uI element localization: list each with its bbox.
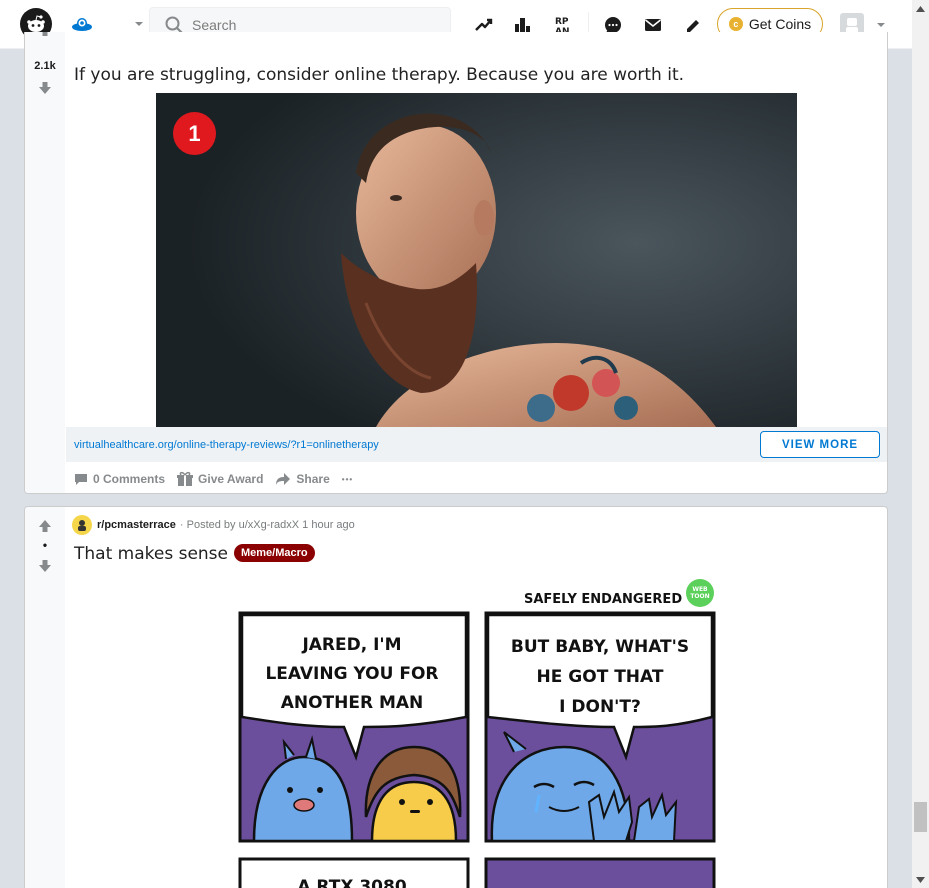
upvote-arrow-icon[interactable] — [37, 32, 53, 38]
coin-icon: c — [728, 17, 743, 31]
share-arrow-icon — [276, 473, 291, 485]
svg-text:BUT BABY, WHAT'S: BUT BABY, WHAT'S — [511, 637, 689, 657]
svg-text:HE GOT THAT: HE GOT THAT — [537, 667, 664, 687]
comic-panel-3: A RTX 3080 — [238, 857, 470, 888]
downvote-arrow-icon[interactable] — [37, 558, 53, 574]
feed-dropdown-chevron-down-icon[interactable] — [132, 16, 146, 30]
svg-text:A RTX 3080: A RTX 3080 — [297, 877, 407, 888]
user-menu-chevron-down-icon[interactable] — [874, 17, 888, 31]
svg-text:RP: RP — [555, 17, 569, 27]
svg-text:TOON: TOON — [690, 593, 709, 600]
post-media-comic[interactable]: SAFELY ENDANGERED WEB TOON JARED, I'M LE… — [234, 577, 720, 888]
post-title[interactable]: If you are struggling, consider online t… — [74, 65, 684, 85]
svg-text:I DON'T?: I DON'T? — [559, 697, 641, 717]
vote-score: 2.1k — [34, 60, 56, 72]
more-options-button[interactable]: ••• — [342, 475, 353, 484]
upvote-arrow-icon[interactable] — [37, 518, 53, 534]
posted-by-text[interactable]: · Posted by u/xXg-radxX 1 hour ago — [180, 519, 355, 531]
comic-panel-2: BUT BABY, WHAT'S HE GOT THAT I DON'T? — [484, 611, 716, 843]
post-title-row[interactable]: That makes sense Meme/Macro — [74, 544, 315, 564]
comic-panel-1: JARED, I'M LEAVING YOU FOR ANOTHER MAN — [238, 611, 470, 843]
downvote-arrow-icon[interactable] — [37, 80, 53, 96]
vote-column: • — [25, 507, 65, 888]
comic-header: SAFELY ENDANGERED — [524, 592, 682, 607]
post-link-url[interactable]: virtualhealthcare.org/online-therapy-rev… — [74, 439, 379, 451]
svg-text:JARED, I'M: JARED, I'M — [301, 635, 401, 655]
post-flair[interactable]: Meme/Macro — [234, 544, 315, 562]
subreddit-icon[interactable] — [72, 515, 92, 535]
give-award-label: Give Award — [198, 472, 264, 486]
more-options-icon: ••• — [341, 474, 354, 484]
view-more-button[interactable]: VIEW MORE — [760, 431, 880, 458]
post-title[interactable]: That makes sense — [74, 544, 228, 564]
page-scrollbar[interactable] — [912, 0, 929, 888]
comments-button[interactable]: 0 Comments — [74, 472, 165, 486]
get-coins-label: Get Coins — [748, 16, 812, 32]
scrollbar-thumb[interactable] — [914, 802, 927, 832]
post-card[interactable]: • r/pcmasterrace · Posted by u/xXg-radxX… — [24, 506, 888, 888]
post-media-image[interactable]: 1 — [156, 93, 797, 427]
promoted-post-card[interactable]: 2.1k If you are struggling, consider onl… — [24, 32, 888, 494]
svg-text:ANOTHER MAN: ANOTHER MAN — [281, 693, 424, 713]
share-label: Share — [296, 472, 330, 486]
ad-number-badge: 1 — [173, 112, 216, 155]
scroll-up-arrow-icon[interactable] — [912, 0, 929, 17]
vote-score: • — [42, 538, 48, 552]
post-actions-bar: 0 Comments Give Award Share ••• — [74, 469, 365, 489]
comment-icon — [75, 474, 87, 485]
share-button[interactable]: Share — [275, 472, 330, 486]
comments-label: 0 Comments — [93, 472, 166, 486]
svg-text:WEB: WEB — [692, 586, 708, 593]
gift-icon — [177, 471, 194, 486]
scroll-down-arrow-icon[interactable] — [912, 871, 929, 888]
post-meta: r/pcmasterrace · Posted by u/xXg-radxX 1… — [72, 515, 355, 535]
search-input[interactable] — [192, 17, 432, 33]
give-award-button[interactable]: Give Award — [177, 471, 263, 487]
svg-text:LEAVING YOU FOR: LEAVING YOU FOR — [265, 664, 438, 684]
link-bar: virtualhealthcare.org/online-therapy-rev… — [66, 427, 887, 462]
comic-panel-4 — [484, 857, 716, 888]
subreddit-link[interactable]: r/pcmasterrace — [97, 519, 176, 531]
vote-column: 2.1k — [25, 32, 65, 493]
